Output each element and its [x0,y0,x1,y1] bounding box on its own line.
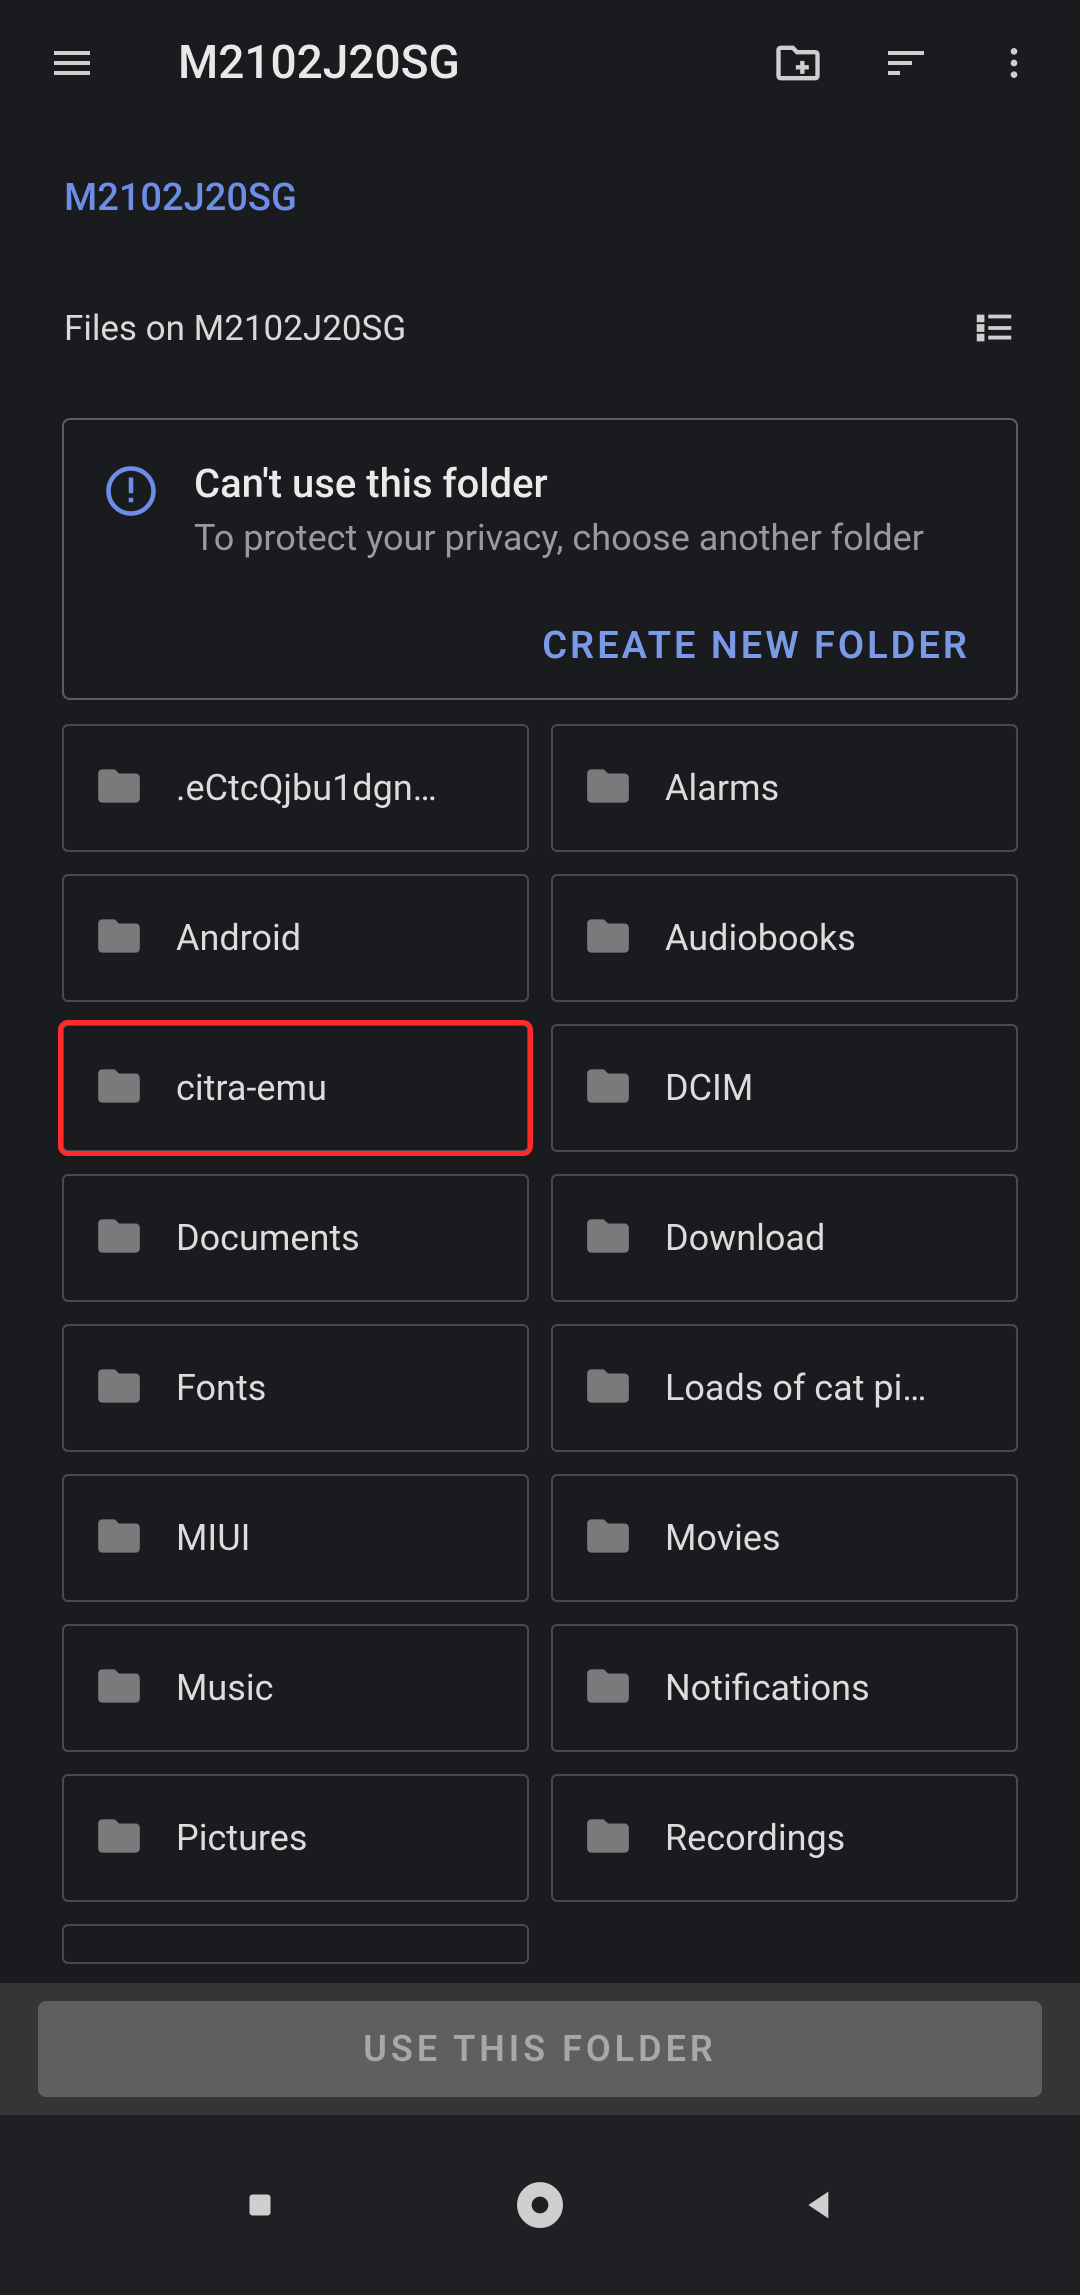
folder-label: Fonts [176,1367,266,1409]
folder-label: Download [665,1217,825,1259]
folder-icon [583,1661,633,1715]
folder-icon [94,1361,144,1415]
more-vert-icon [994,43,1034,83]
notice-title: Can't use this folder [194,460,924,507]
folder-grid: .eCtcQjbu1dgn… Alarms Android Audiobooks cit… [0,724,1080,1964]
system-nav-bar [0,2115,1080,2295]
view-toggle-button[interactable] [966,300,1022,356]
square-icon [242,2187,278,2223]
appbar-title: M2102J20SG [178,36,762,90]
folder-item[interactable]: Music [62,1624,529,1752]
folder-item[interactable]: Documents [62,1174,529,1302]
menu-button[interactable] [36,27,108,99]
breadcrumb-root: M2102J20SG [64,176,297,220]
folder-item[interactable]: citra-emu [62,1024,529,1152]
folder-label: Notifications [665,1667,870,1709]
folder-item[interactable] [62,1924,529,1964]
folder-item[interactable]: Pictures [62,1774,529,1902]
folder-item[interactable]: Download [551,1174,1018,1302]
folder-icon [583,1511,633,1565]
folder-icon [583,911,633,965]
folder-icon [94,761,144,815]
new-folder-button[interactable] [762,27,834,99]
folder-icon [583,761,633,815]
files-header: Files on M2102J20SG [0,260,1080,396]
folder-icon [94,1061,144,1115]
folder-label: citra-emu [176,1067,327,1109]
folder-label: Android [176,917,301,959]
folder-label: Movies [665,1517,781,1559]
privacy-notice-card: Can't use this folder To protect your pr… [62,418,1018,700]
folder-item[interactable]: Alarms [551,724,1018,852]
create-new-folder-button[interactable]: CREATE NEW FOLDER [542,624,970,668]
folder-label: MIUI [176,1517,250,1559]
app-bar: M2102J20SG [0,0,1080,126]
overflow-button[interactable] [978,27,1050,99]
folder-icon [94,1661,144,1715]
folder-item[interactable]: Loads of cat pi… [551,1324,1018,1452]
folder-label: Alarms [665,767,779,809]
folder-label: Documents [176,1217,360,1259]
folder-icon [583,1811,633,1865]
folder-item[interactable]: Audiobooks [551,874,1018,1002]
recents-button[interactable] [220,2165,300,2245]
folder-plus-icon [772,37,824,89]
folder-label: Pictures [176,1817,307,1859]
folder-item[interactable]: Android [62,874,529,1002]
folder-icon [583,1211,633,1265]
list-view-icon [971,305,1017,351]
alert-icon [104,464,158,522]
folder-item[interactable]: .eCtcQjbu1dgn… [62,724,529,852]
folder-item[interactable]: MIUI [62,1474,529,1602]
folder-icon [94,1511,144,1565]
folder-item[interactable]: Recordings [551,1774,1018,1902]
bottom-action-bar: USE THIS FOLDER [0,1983,1080,2115]
circle-icon [515,2180,565,2230]
back-button[interactable] [780,2165,860,2245]
folder-item[interactable]: Movies [551,1474,1018,1602]
sort-button[interactable] [870,27,942,99]
home-button[interactable] [500,2165,580,2245]
breadcrumb[interactable]: M2102J20SG [0,126,1080,260]
folder-item[interactable]: DCIM [551,1024,1018,1152]
folder-item[interactable]: Notifications [551,1624,1018,1752]
folder-label: Loads of cat pi… [665,1367,926,1409]
folder-icon [583,1361,633,1415]
folder-item[interactable]: Fonts [62,1324,529,1452]
folder-icon [94,1811,144,1865]
use-this-folder-button[interactable]: USE THIS FOLDER [38,2001,1042,2097]
triangle-left-icon [800,2185,840,2225]
folder-icon [583,1061,633,1115]
folder-label: Music [176,1667,273,1709]
notice-subtitle: To protect your privacy, choose another … [194,515,924,562]
sort-icon [882,39,930,87]
hamburger-icon [48,39,96,87]
files-header-label: Files on M2102J20SG [64,308,406,349]
folder-label: .eCtcQjbu1dgn… [176,767,437,809]
folder-label: Audiobooks [665,917,856,959]
folder-icon [94,1211,144,1265]
folder-icon [94,911,144,965]
folder-label: Recordings [665,1817,845,1859]
folder-label: DCIM [665,1067,753,1109]
